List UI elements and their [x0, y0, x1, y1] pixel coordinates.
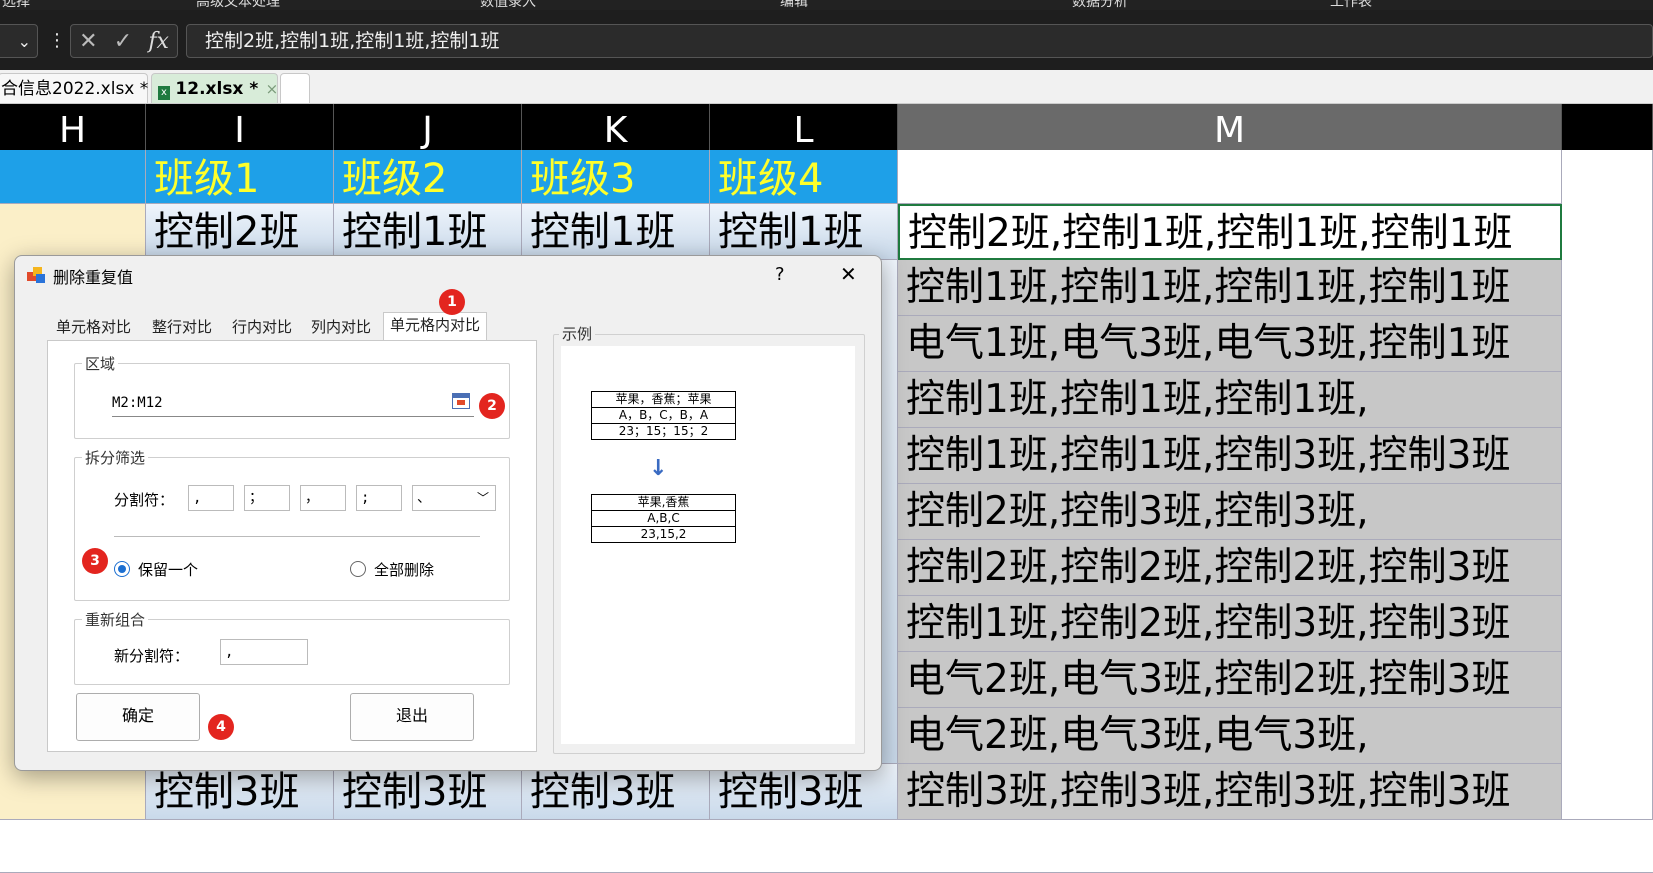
tab-in-column-compare[interactable]: 列内对比	[308, 315, 374, 339]
split-filter-label: 拆分筛选	[82, 447, 149, 468]
check-icon[interactable]: ✓	[114, 29, 132, 54]
workbook-tab-label: 合信息2022.xlsx *	[1, 79, 149, 99]
fx-icon[interactable]: fx	[148, 29, 169, 54]
excel-file-icon: x	[158, 86, 170, 100]
cancel-icon[interactable]: ✕	[79, 29, 97, 54]
cell-i12[interactable]: 控制3班	[146, 764, 334, 820]
range-input[interactable]: M2:M12	[112, 391, 474, 417]
delimiter-input-2[interactable]: ；	[244, 485, 290, 511]
delimiter-input-4[interactable]: ;	[356, 485, 402, 511]
cell-m2[interactable]: 控制2班,控制1班,控制1班,控制1班	[898, 204, 1562, 260]
cell-k2[interactable]: 控制1班	[522, 204, 710, 260]
delimiter-input-3[interactable]: ，	[300, 485, 346, 511]
example-panel: 苹果，香蕉；苹果 A，B，C，B，A 23；15；15；2 ↓ 苹果,香蕉 A,…	[561, 346, 855, 744]
example-label: 示例	[559, 323, 596, 344]
delimiter-label: 分割符：	[114, 491, 175, 509]
step-badge-3: 3	[82, 548, 108, 574]
example-after-table: 苹果,香蕉 A,B,C 23,15,2	[591, 494, 736, 543]
cell-m7[interactable]: 控制2班,控制3班,控制3班,	[898, 484, 1562, 540]
new-tab-button[interactable]	[280, 73, 310, 103]
help-button[interactable]: ?	[775, 264, 785, 285]
new-delimiter-input[interactable]: ,	[220, 639, 308, 665]
step-badge-2: 2	[479, 393, 505, 419]
row-13[interactable]	[0, 820, 1653, 873]
cell-j2[interactable]: 控制1班	[334, 204, 522, 260]
cell-j1[interactable]: 班级2	[334, 150, 522, 204]
app-icon	[27, 266, 47, 284]
delete-all-radio[interactable]	[350, 561, 366, 577]
cell-k1[interactable]: 班级3	[522, 150, 710, 204]
cell-m10[interactable]: 电气2班,电气3班,控制2班,控制3班	[898, 652, 1562, 708]
chevron-down-icon: ﹀	[476, 491, 489, 505]
workbook-tab-active[interactable]: x 12.xlsx * ×	[151, 73, 278, 103]
cell-m12[interactable]: 控制3班,控制3班,控制3班,控制3班	[898, 764, 1562, 820]
column-n-cells[interactable]	[1562, 150, 1653, 820]
name-box-dropdown[interactable]: ⌄	[0, 24, 38, 58]
tab-cell-compare[interactable]: 单元格对比	[53, 315, 134, 339]
keep-one-radio[interactable]	[114, 561, 130, 577]
new-delimiter-label: 新分割符：	[114, 647, 190, 665]
step-badge-4: 4	[208, 714, 234, 740]
cell-m11[interactable]: 电气2班,电气3班,电气3班,	[898, 708, 1562, 764]
workbook-tab-bar: 合信息2022.xlsx * x 12.xlsx * ×	[0, 70, 1653, 104]
cell-m1[interactable]	[898, 150, 1562, 204]
cell-m9[interactable]: 控制1班,控制2班,控制3班,控制3班	[898, 596, 1562, 652]
keep-one-label[interactable]: 保留一个	[138, 559, 198, 580]
formula-actions: ✕ ✓ fx	[70, 24, 178, 58]
step-badge-1: 1	[439, 289, 465, 315]
divider	[114, 536, 480, 537]
cell-i2[interactable]: 控制2班	[146, 204, 334, 260]
cell-k12[interactable]: 控制3班	[522, 764, 710, 820]
workbook-tab-label: 12.xlsx *	[175, 79, 259, 99]
cell-h1[interactable]	[0, 150, 146, 204]
example-before-row: 23；15；15；2	[591, 423, 736, 440]
cell-m4[interactable]: 电气1班,电气3班,电气3班,控制1班	[898, 316, 1562, 372]
chevron-down-icon: ⌄	[17, 31, 31, 51]
example-before-row: 苹果，香蕉；苹果	[591, 391, 736, 408]
delimiter-select-value: 、	[417, 490, 431, 506]
close-dialog-button[interactable]: ✕	[840, 262, 857, 286]
example-after-row: A,B,C	[591, 510, 736, 527]
tab-row-compare[interactable]: 整行对比	[149, 315, 215, 339]
exit-button[interactable]: 退出	[350, 693, 474, 741]
range-picker-icon[interactable]	[452, 393, 470, 409]
tab-in-row-compare[interactable]: 行内对比	[229, 315, 295, 339]
example-before-table: 苹果，香蕉；苹果 A，B，C，B，A 23；15；15；2	[591, 391, 736, 440]
delimiter-input-1[interactable]: ,	[188, 485, 234, 511]
cell-l12[interactable]: 控制3班	[710, 764, 898, 820]
delimiter-select[interactable]: 、 ﹀	[412, 485, 496, 511]
cell-m6[interactable]: 控制1班,控制1班,控制3班,控制3班	[898, 428, 1562, 484]
cell-m3[interactable]: 控制1班,控制1班,控制1班,控制1班	[898, 260, 1562, 316]
workbook-tab[interactable]: 合信息2022.xlsx *	[0, 73, 148, 103]
cell-i1[interactable]: 班级1	[146, 150, 334, 204]
formula-input[interactable]: 控制2班,控制1班,控制1班,控制1班	[186, 24, 1653, 58]
example-after-row: 苹果,香蕉	[591, 494, 736, 511]
cell-m8[interactable]: 控制2班,控制2班,控制2班,控制3班	[898, 540, 1562, 596]
tab-panel: 区域 M2:M12 拆分筛选 分割符： , ； ， ; 、 ﹀ 保留一个 全部删…	[47, 340, 537, 752]
cell-m5[interactable]: 控制1班,控制1班,控制1班,	[898, 372, 1562, 428]
cell-l1[interactable]: 班级4	[710, 150, 898, 204]
remove-duplicates-dialog: 删除重复值 ? ✕ 单元格对比 整行对比 行内对比 列内对比 单元格内对比 区域…	[14, 255, 882, 771]
area-group-label: 区域	[82, 353, 119, 374]
ribbon-strip: 选择 高级文本处理 数值录入 编辑 数据分析 工作表	[0, 0, 1653, 10]
arrow-down-icon: ↓	[649, 456, 668, 481]
example-after-row: 23,15,2	[591, 526, 736, 543]
more-options-icon[interactable]: ⋮	[48, 26, 66, 56]
cell-l2[interactable]: 控制1班	[710, 204, 898, 260]
close-icon[interactable]: ×	[266, 80, 279, 98]
example-before-row: A，B，C，B，A	[591, 407, 736, 424]
recombine-label: 重新组合	[82, 609, 149, 630]
tab-in-cell-compare[interactable]: 单元格内对比	[383, 312, 488, 341]
ok-button[interactable]: 确定	[76, 693, 200, 741]
dialog-title: 删除重复值	[53, 268, 134, 287]
cell-j12[interactable]: 控制3班	[334, 764, 522, 820]
delete-all-label[interactable]: 全部删除	[374, 559, 434, 580]
